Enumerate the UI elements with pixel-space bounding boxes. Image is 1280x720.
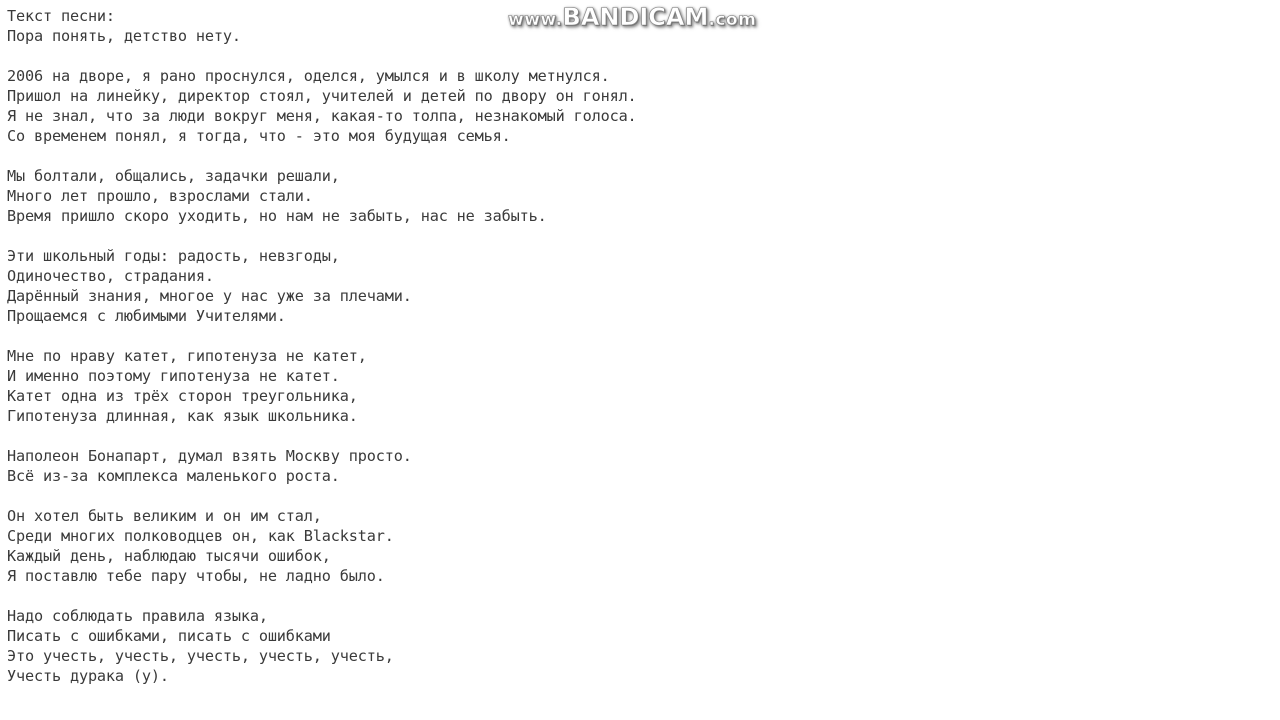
lyrics-line: Дарённый знания, многое у нас уже за пле… — [7, 287, 412, 305]
lyrics-text-body: Текст песни: Пора понять, детство нету. 2… — [7, 6, 1280, 686]
lyrics-stanza-gap — [7, 426, 1280, 446]
lyrics-stanza-gap — [7, 46, 1280, 66]
lyrics-line: Со временем понял, я тогда, что - это мо… — [7, 127, 511, 145]
lyrics-line: Учесть дурака (у). — [7, 667, 169, 685]
lyrics-stanza: Текст песни: Пора понять, детство нету. — [7, 6, 1280, 46]
lyrics-line: Наполеон Бонапарт, думал взять Москву пр… — [7, 447, 412, 465]
lyrics-line: Катет одна из трёх сторон треугольника, — [7, 387, 358, 405]
lyrics-line: Надо соблюдать правила языка, — [7, 607, 268, 625]
lyrics-line: Эти школьный годы: радость, невзгоды, — [7, 247, 340, 265]
lyrics-line: Прощаемся с любимыми Учителями. — [7, 307, 286, 325]
lyrics-stanza: Эти школьный годы: радость, невзгоды, Оди… — [7, 246, 1280, 326]
lyrics-stanza-gap — [7, 326, 1280, 346]
lyrics-stanza: Он хотел быть великим и он им стал, Среди… — [7, 506, 1280, 586]
lyrics-line: Текст песни: — [7, 7, 115, 25]
lyrics-line: Это учесть, учесть, учесть, учесть, учес… — [7, 647, 394, 665]
lyrics-stanza: Надо соблюдать правила языка, Писать с ош… — [7, 606, 1280, 686]
lyrics-line: Писать с ошибками, писать с ошибками — [7, 627, 331, 645]
lyrics-line: Я не знал, что за люди вокруг меня, кака… — [7, 107, 637, 125]
lyrics-stanza-gap — [7, 146, 1280, 166]
lyrics-line: Мы болтали, общались, задачки решали, — [7, 167, 340, 185]
lyrics-stanza: Мне по нраву катет, гипотенуза не катет,… — [7, 346, 1280, 426]
lyrics-line: Он хотел быть великим и он им стал, — [7, 507, 322, 525]
lyrics-line: Пора понять, детство нету. — [7, 27, 241, 45]
lyrics-line: Одиночество, страдания. — [7, 267, 214, 285]
lyrics-stanza: 2006 на дворе, я рано проснулся, оделся,… — [7, 66, 1280, 146]
lyrics-stanza-gap — [7, 586, 1280, 606]
lyrics-line: Каждый день, наблюдаю тысячи ошибок, — [7, 547, 331, 565]
lyrics-stanza-gap — [7, 226, 1280, 246]
lyrics-line: И именно поэтому гипотенуза не катет. — [7, 367, 340, 385]
lyrics-sheet: Текст песни: Пора понять, детство нету. 2… — [0, 0, 1280, 720]
lyrics-stanza: Мы болтали, общались, задачки решали, Мно… — [7, 166, 1280, 226]
lyrics-line: Всё из-за комплекса маленького роста. — [7, 467, 340, 485]
lyrics-stanza-gap — [7, 486, 1280, 506]
lyrics-line: Я поставлю тебе пару чтобы, не ладно был… — [7, 567, 385, 585]
lyrics-line: 2006 на дворе, я рано проснулся, оделся,… — [7, 67, 610, 85]
lyrics-line: Пришол на линейку, директор стоял, учите… — [7, 87, 637, 105]
lyrics-line: Время пришло скоро уходить, но нам не за… — [7, 207, 547, 225]
lyrics-line: Много лет прошло, взрослами стали. — [7, 187, 313, 205]
lyrics-stanza: Наполеон Бонапарт, думал взять Москву пр… — [7, 446, 1280, 486]
lyrics-line: Среди многих полководцев он, как Blackst… — [7, 527, 394, 545]
lyrics-line: Гипотенуза длинная, как язык школьника. — [7, 407, 358, 425]
lyrics-line: Мне по нраву катет, гипотенуза не катет, — [7, 347, 367, 365]
